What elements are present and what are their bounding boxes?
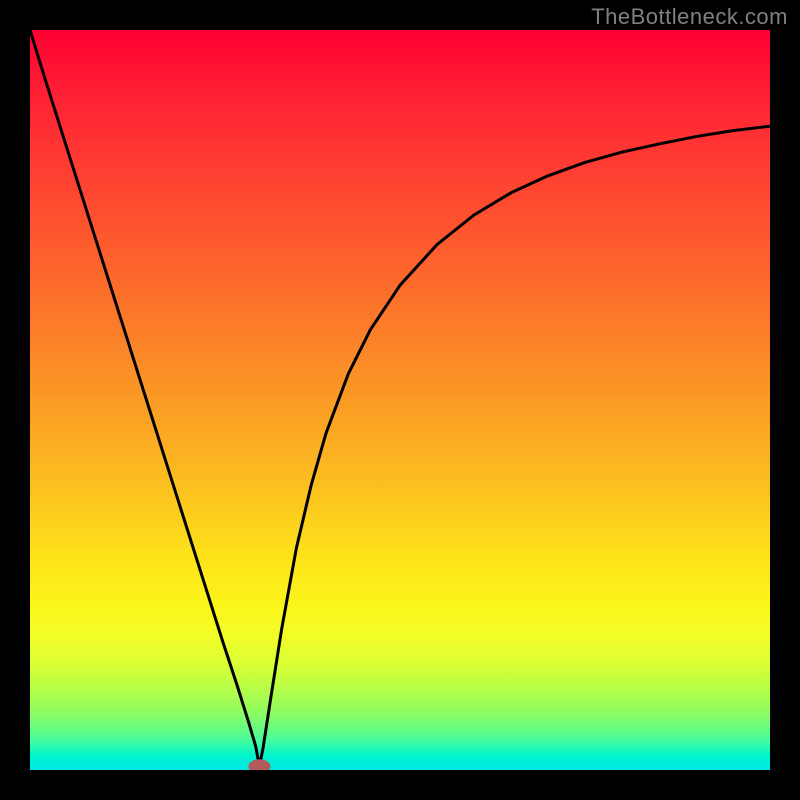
chart-frame: TheBottleneck.com xyxy=(0,0,800,800)
curve-layer xyxy=(30,30,770,770)
plot-area xyxy=(30,30,770,770)
watermark-label: TheBottleneck.com xyxy=(591,4,788,30)
bottleneck-curve xyxy=(30,30,770,766)
minimum-marker xyxy=(248,759,270,770)
